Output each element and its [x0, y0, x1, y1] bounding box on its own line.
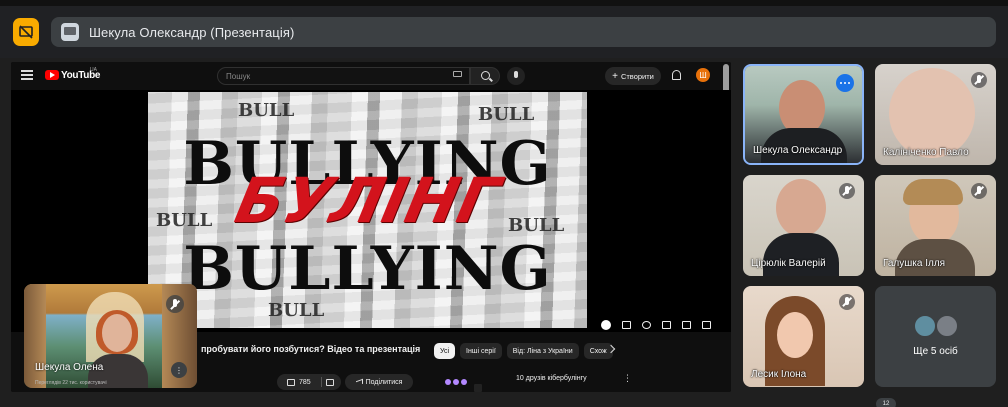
recommended-more-icon[interactable]: ⋮ — [623, 374, 632, 383]
recommended-thumbnail[interactable] — [474, 384, 482, 392]
youtube-region: UA — [90, 67, 97, 73]
participant-tile[interactable]: Лесик Ілона — [743, 286, 864, 387]
mic-off-icon — [839, 183, 855, 199]
participant-name: Лесик Ілона — [751, 369, 807, 380]
self-view-caption: Переглядів 22 тис. користувачі — [35, 380, 107, 386]
thumb-small-word: BULL — [478, 104, 535, 125]
stop-presenting-button[interactable] — [13, 18, 39, 46]
chip-from-channel[interactable]: Від: Ліна з України — [506, 343, 579, 359]
present-off-icon — [19, 25, 33, 39]
search-button[interactable] — [470, 67, 500, 85]
video-frame: BULL BULL BULL BULL BULL BULLYING БУЛІНГ… — [148, 92, 587, 328]
thumb-word-ua: БУЛІНГ — [229, 164, 506, 237]
participant-tile[interactable]: Шекула Олександр — [743, 64, 864, 165]
video-title: пробувати його позбутися? Відео та презе… — [201, 344, 421, 354]
like-dislike-group: 785 — [277, 374, 341, 390]
youtube-logo-icon[interactable] — [45, 70, 59, 80]
chip-all[interactable]: Усі — [434, 343, 456, 359]
gear-icon[interactable] — [642, 321, 651, 329]
thumb-small-word: BULL — [238, 100, 295, 121]
more-options-icon[interactable] — [836, 74, 854, 92]
like-count: 785 — [299, 378, 311, 386]
thumb-word-bottom: BULLYING — [183, 234, 552, 304]
self-view-name: Шекула Олена — [35, 362, 104, 373]
participants-count-badge: 12 — [876, 398, 896, 407]
subtitles-icon[interactable] — [622, 321, 631, 329]
self-view-more-icon[interactable]: ⋮ — [171, 362, 187, 378]
fullscreen-icon[interactable] — [702, 321, 711, 329]
mic-off-icon — [839, 294, 855, 310]
share-label: Поділитися — [365, 378, 403, 386]
participant-name: Галушка Ілля — [883, 258, 946, 269]
avatar — [913, 314, 937, 338]
more-participants-tile[interactable]: Ще 5 осіб — [875, 286, 996, 387]
presentation-bar: Шекула Олександр (Презентація) — [0, 6, 1008, 58]
recommendation-chips: Усі Інші серії Від: Ліна з України Схож — [434, 343, 613, 359]
mic-off-icon — [166, 295, 184, 313]
more-actions-icon[interactable] — [445, 376, 469, 388]
voice-search-icon[interactable] — [507, 67, 525, 85]
plus-icon: + — [612, 70, 618, 82]
theater-mode-icon[interactable] — [682, 321, 691, 329]
screen-share-icon — [61, 23, 79, 41]
keyboard-icon[interactable] — [453, 71, 462, 77]
participant-tile[interactable]: Цірюлік Валерій — [743, 175, 864, 276]
share-icon — [355, 378, 363, 386]
mic-off-icon — [971, 183, 987, 199]
thumbs-down-icon[interactable] — [325, 378, 334, 386]
bell-icon[interactable] — [672, 70, 681, 80]
presenter-pill[interactable]: Шекула Олександр (Презентація) — [51, 17, 996, 47]
participant-name: Шекула Олександр — [753, 145, 843, 156]
account-avatar[interactable]: Ш — [696, 68, 710, 82]
more-participants-label: Ще 5 осіб — [913, 346, 958, 357]
player-controls — [591, 318, 731, 332]
mic-off-icon — [971, 72, 987, 88]
thumbs-up-icon[interactable] — [287, 378, 295, 386]
thumb-small-word: BULL — [268, 300, 325, 321]
create-label: Створити — [620, 71, 654, 81]
recommended-title[interactable]: 10 друзів кібербулінгу — [516, 375, 587, 382]
search-input[interactable]: Пошук — [217, 67, 470, 85]
participant-name: Калініченко Павло — [883, 147, 969, 158]
autoplay-toggle-icon[interactable] — [601, 320, 611, 330]
chip-other-series[interactable]: Інші серії — [460, 343, 502, 359]
participant-tile[interactable]: Калініченко Павло — [875, 64, 996, 165]
hamburger-menu-icon[interactable] — [21, 70, 33, 80]
youtube-header: YouTube UA Пошук + Створити Ш — [11, 62, 731, 90]
divider — [320, 377, 322, 387]
participant-video — [88, 310, 148, 388]
participant-name: Цірюлік Валерій — [751, 258, 826, 269]
avatar — [935, 314, 959, 338]
miniplayer-icon[interactable] — [662, 321, 671, 329]
share-button[interactable]: Поділитися — [345, 374, 413, 390]
participant-avatars — [913, 314, 961, 338]
participant-tile[interactable]: Галушка Ілля — [875, 175, 996, 276]
presenter-title: Шекула Олександр (Презентація) — [89, 24, 295, 40]
create-button[interactable]: + Створити — [605, 67, 661, 85]
